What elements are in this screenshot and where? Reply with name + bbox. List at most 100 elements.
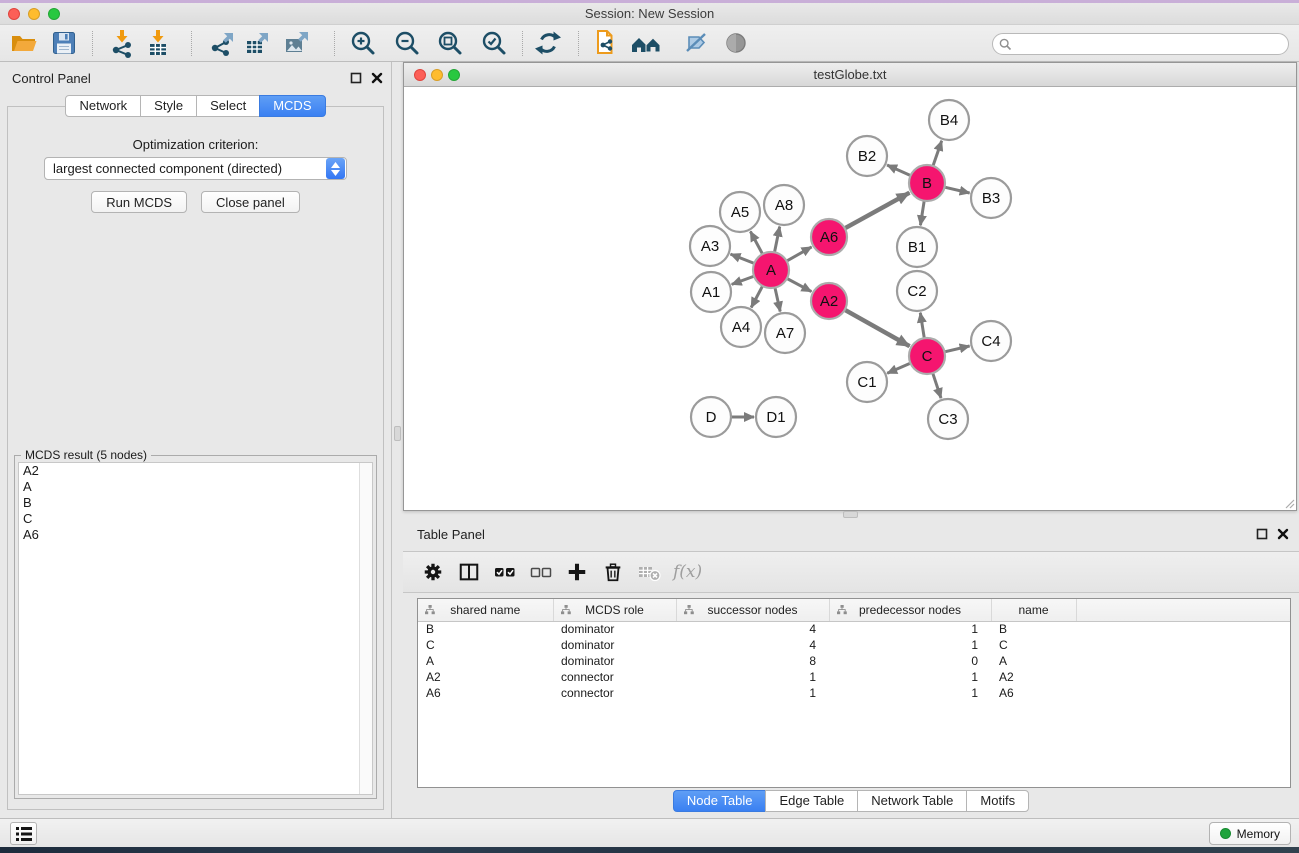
tab-style[interactable]: Style	[140, 95, 197, 117]
add-column-button[interactable]	[565, 560, 589, 584]
resize-grip[interactable]	[1283, 497, 1295, 509]
float-table-panel-button[interactable]	[1256, 528, 1268, 540]
network-window-titlebar[interactable]: testGlobe.txt	[404, 63, 1296, 87]
export-image-button[interactable]	[282, 28, 312, 58]
graph-edge-A2-C[interactable]	[843, 309, 910, 346]
zoom-fit-button[interactable]	[435, 28, 465, 58]
result-list-item[interactable]: A	[19, 479, 372, 495]
network-canvas[interactable]: AA1A2A3A4A5A6A7A8BB1B2B3B4CC1C2C3C4DD1	[404, 87, 1296, 510]
clone-network-button[interactable]	[591, 28, 621, 58]
tab-network-table[interactable]: Network Table	[857, 790, 967, 812]
graph-edge-A-A3[interactable]	[731, 254, 757, 264]
close-panel-button[interactable]	[371, 72, 383, 84]
graph-node-C3[interactable]: C3	[928, 399, 968, 439]
search-input[interactable]	[1012, 35, 1288, 53]
graph-edge-B-B4[interactable]	[932, 141, 941, 168]
table-row[interactable]: Bdominator41B	[418, 621, 1290, 637]
table-cell[interactable]: A	[991, 653, 1076, 669]
table-row[interactable]: A6connector11A6	[418, 685, 1290, 701]
export-table-button[interactable]	[242, 28, 272, 58]
column-header-name[interactable]: name	[991, 599, 1076, 621]
table-cell[interactable]: dominator	[553, 621, 676, 637]
run-mcds-button[interactable]: Run MCDS	[91, 191, 187, 213]
horizontal-splitter-handle[interactable]	[843, 511, 858, 518]
import-network-button[interactable]	[107, 28, 137, 58]
result-list-item[interactable]: B	[19, 495, 372, 511]
table-cell[interactable]: dominator	[553, 653, 676, 669]
tab-edge-table[interactable]: Edge Table	[765, 790, 858, 812]
graph-node-A1[interactable]: A1	[691, 272, 731, 312]
close-table-panel-button[interactable]	[1277, 528, 1289, 540]
table-cell[interactable]: 8	[676, 653, 829, 669]
graph-node-C2[interactable]: C2	[897, 271, 937, 311]
graph-edge-A-A7[interactable]	[775, 286, 781, 312]
table-row[interactable]: Adominator80A	[418, 653, 1290, 669]
table-cell[interactable]: 1	[829, 669, 991, 685]
function-builder-button[interactable]: f(x)	[673, 560, 702, 584]
show-eye-button[interactable]	[721, 28, 751, 58]
main-titlebar[interactable]: Session: New Session	[0, 3, 1299, 25]
delete-column-button[interactable]	[601, 560, 625, 584]
search-box[interactable]	[992, 33, 1289, 55]
graph-edge-B-B1[interactable]	[920, 199, 924, 226]
graph-node-A7[interactable]: A7	[765, 313, 805, 353]
graph-node-D[interactable]: D	[691, 397, 731, 437]
network-graph[interactable]: AA1A2A3A4A5A6A7A8BB1B2B3B4CC1C2C3C4DD1	[404, 87, 1296, 510]
tab-motifs[interactable]: Motifs	[966, 790, 1029, 812]
graph-node-A8[interactable]: A8	[764, 185, 804, 225]
close-panel-button-mcds[interactable]: Close panel	[201, 191, 300, 213]
result-scrollbar[interactable]	[359, 463, 372, 794]
open-session-button[interactable]	[8, 28, 38, 58]
export-network-button[interactable]	[207, 28, 237, 58]
table-settings-button[interactable]	[421, 560, 445, 584]
zoom-out-button[interactable]	[392, 28, 422, 58]
hide-graphics-details-button[interactable]	[681, 28, 711, 58]
graph-edge-C-C3[interactable]	[932, 371, 941, 398]
result-list-item[interactable]: A6	[19, 527, 372, 543]
table-cell[interactable]: 1	[676, 685, 829, 701]
node-table-container[interactable]: shared name MCDS role successor nodes pr…	[417, 598, 1291, 788]
select-all-button[interactable]	[493, 560, 517, 584]
table-cell[interactable]: connector	[553, 669, 676, 685]
table-cell[interactable]: 4	[676, 637, 829, 653]
tab-node-table[interactable]: Node Table	[673, 790, 767, 812]
zoom-in-button[interactable]	[348, 28, 378, 58]
graph-edge-A6-B[interactable]	[843, 193, 910, 230]
table-cell[interactable]: 1	[829, 621, 991, 637]
graph-edge-A-A8[interactable]	[774, 227, 780, 255]
tab-mcds[interactable]: MCDS	[259, 95, 325, 117]
graph-node-A6[interactable]: A6	[811, 219, 847, 255]
graph-node-C[interactable]: C	[909, 338, 945, 374]
column-header-successor-nodes[interactable]: successor nodes	[676, 599, 829, 621]
show-columns-button[interactable]	[457, 560, 481, 584]
table-row[interactable]: A2connector11A2	[418, 669, 1290, 685]
network-view-window[interactable]: testGlobe.txt AA1A2A3A4A5A6A7A8BB1B2B3B4…	[403, 62, 1297, 511]
column-header-mcds-role[interactable]: MCDS role	[553, 599, 676, 621]
table-cell[interactable]: B	[418, 621, 553, 637]
graph-node-D1[interactable]: D1	[756, 397, 796, 437]
tab-network[interactable]: Network	[65, 95, 141, 117]
table-cell[interactable]: A2	[418, 669, 553, 685]
graph-edge-C-C2[interactable]	[920, 313, 924, 341]
save-session-button[interactable]	[49, 28, 79, 58]
zoom-selected-button[interactable]	[479, 28, 509, 58]
column-header-shared-name[interactable]: shared name	[418, 599, 553, 621]
table-cell[interactable]: connector	[553, 685, 676, 701]
graph-edge-A-A4[interactable]	[751, 284, 763, 307]
deselect-all-button[interactable]	[529, 560, 553, 584]
table-cell[interactable]: 1	[829, 685, 991, 701]
graph-node-A4[interactable]: A4	[721, 307, 761, 347]
table-cell[interactable]: C	[418, 637, 553, 653]
table-cell[interactable]: A6	[418, 685, 553, 701]
table-cell[interactable]: dominator	[553, 637, 676, 653]
graph-node-A2[interactable]: A2	[811, 283, 847, 319]
column-header-predecessor-nodes[interactable]: predecessor nodes	[829, 599, 991, 621]
graph-node-B4[interactable]: B4	[929, 100, 969, 140]
table-cell[interactable]: 4	[676, 621, 829, 637]
memory-status-button[interactable]: Memory	[1209, 822, 1291, 845]
task-history-button[interactable]	[10, 822, 37, 845]
table-cell[interactable]: A	[418, 653, 553, 669]
graph-edge-C-C1[interactable]	[887, 362, 912, 373]
delete-table-button[interactable]	[637, 560, 661, 584]
vertical-splitter-handle[interactable]	[394, 426, 401, 441]
